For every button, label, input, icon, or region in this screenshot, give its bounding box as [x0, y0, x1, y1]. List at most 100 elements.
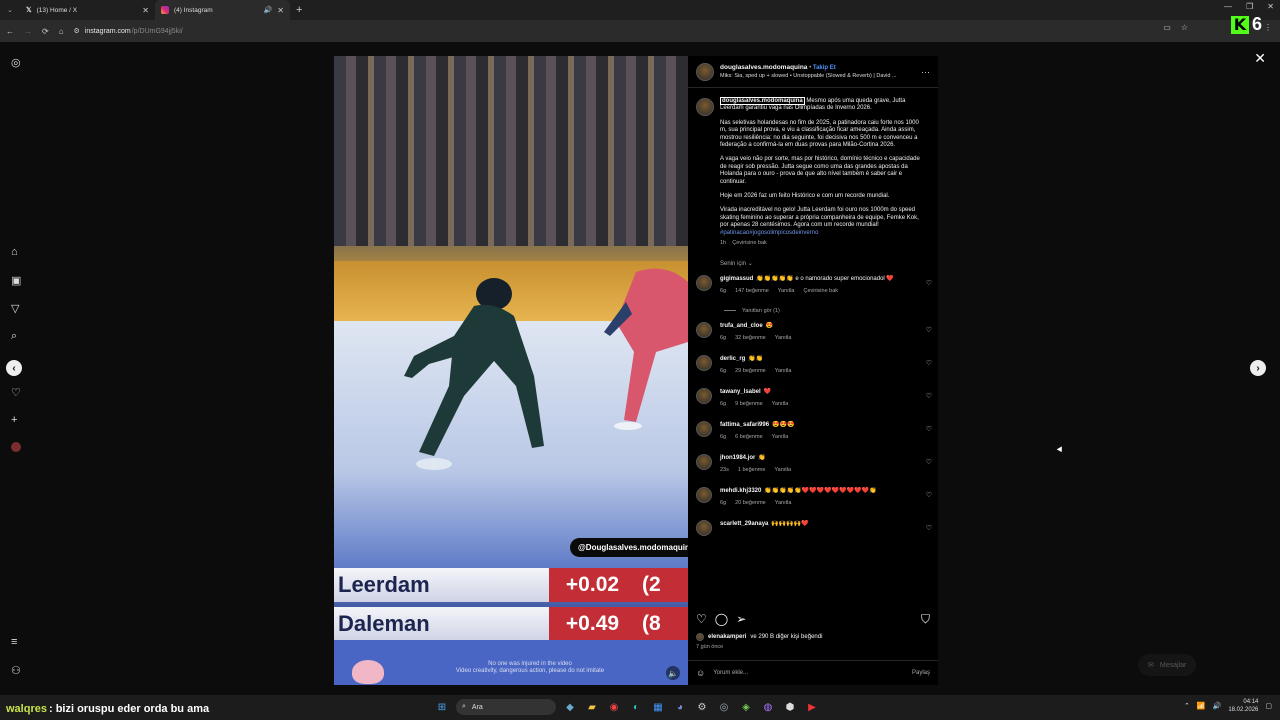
like-comment-icon[interactable]: ♡ — [926, 425, 932, 433]
maximize-icon[interactable]: ❐ — [1246, 2, 1253, 11]
translate-link[interactable]: Çevirisine bak — [732, 240, 767, 246]
avatar[interactable] — [696, 486, 712, 503]
avatar[interactable] — [696, 420, 712, 437]
app-icon[interactable]: ◈ — [738, 699, 754, 715]
comment-username[interactable]: gigimassud — [720, 276, 753, 282]
like-comment-icon[interactable]: ♡ — [926, 279, 932, 287]
comment-username[interactable]: fattima_safari996 — [720, 422, 769, 428]
steam-icon[interactable]: ◎ — [716, 699, 732, 715]
like-icon[interactable]: ♡ — [696, 612, 707, 626]
new-tab-button[interactable]: + — [296, 4, 302, 16]
create-icon[interactable]: + — [11, 414, 17, 426]
reply-link[interactable]: Yanıtla — [772, 400, 789, 408]
home-icon[interactable]: ⌂ — [59, 27, 64, 36]
more-menu-icon[interactable]: ≡ — [11, 636, 17, 648]
instagram-logo-icon[interactable]: ◎ — [11, 56, 21, 69]
video-player[interactable]: @Douglasalves.modomaquina Leerdam +0.02 … — [334, 56, 688, 685]
reply-link[interactable]: Yanıtla — [774, 466, 791, 474]
comment-likes[interactable]: 32 beğenme — [735, 334, 766, 342]
audio-track[interactable]: Miks: Sia, sped up + slowed • Unstoppabl… — [720, 72, 915, 80]
save-icon[interactable]: ⛉ — [921, 612, 930, 627]
emoji-icon[interactable]: ☺ — [696, 668, 705, 678]
comment-username[interactable]: mehdi.khj3320 — [720, 488, 761, 494]
avatar[interactable] — [696, 98, 714, 116]
avatar[interactable] — [696, 387, 712, 404]
reply-link[interactable]: Yanıtla — [775, 499, 792, 507]
speaker-icon[interactable]: 🔊 — [264, 6, 273, 14]
like-comment-icon[interactable]: ♡ — [926, 458, 932, 466]
author-username[interactable]: douglasalves.modomaquina — [720, 64, 807, 71]
avatar[interactable] — [696, 274, 712, 291]
previous-post-button[interactable]: ‹ — [6, 360, 22, 376]
like-comment-icon[interactable]: ♡ — [926, 326, 932, 334]
forward-icon[interactable]: → — [24, 27, 32, 36]
volume-icon[interactable]: 🔊 — [1213, 702, 1222, 710]
chrome-icon[interactable]: ◉ — [606, 699, 622, 715]
bookmark-star-icon[interactable]: ☆ — [1181, 23, 1188, 32]
tab-instagram[interactable]: (4) Instagram 🔊 ✕ — [155, 0, 290, 20]
reload-icon[interactable]: ⟳ — [42, 27, 49, 36]
url-field[interactable]: ⚙ instagram.com/p/DUmG94jj5ki/ — [74, 27, 183, 36]
likes-summary[interactable]: elenakamperi ve 290 B diğer kişi beğendi — [696, 633, 822, 641]
mute-icon[interactable]: 🔈 — [666, 666, 680, 680]
send-icon[interactable]: ▽ — [11, 302, 19, 315]
notifications-icon[interactable]: ▢ — [1265, 702, 1272, 710]
reply-link[interactable]: Yanıtla — [772, 433, 789, 441]
search-icon[interactable]: ⌕ — [11, 330, 17, 343]
avatar[interactable] — [696, 354, 712, 371]
profile-avatar[interactable] — [11, 442, 21, 452]
comment-username[interactable]: derlic_rg — [720, 356, 745, 362]
reply-link[interactable]: Yanıtla — [775, 367, 792, 375]
cast-icon[interactable]: ▭ — [1163, 23, 1171, 32]
windows-start-icon[interactable]: ⊞ — [434, 699, 450, 715]
close-window-icon[interactable]: ✕ — [1267, 2, 1274, 11]
like-comment-icon[interactable]: ♡ — [926, 392, 932, 400]
comment-icon[interactable]: ◯ — [715, 612, 728, 626]
network-icon[interactable]: 📶 — [1197, 702, 1206, 710]
view-replies-link[interactable]: Yanıtları gör (1) — [688, 308, 938, 322]
tab-x-home[interactable]: 𝕏 (13) Home / X ✕ — [20, 0, 155, 20]
home-icon[interactable]: ⌂ — [11, 246, 18, 258]
store-icon[interactable]: ▦ — [650, 699, 666, 715]
meta-icon[interactable]: ⚇ — [11, 664, 21, 677]
share-icon[interactable]: ➢ — [736, 612, 746, 626]
comment-likes[interactable]: 1 beğenme — [738, 466, 766, 474]
obs-icon[interactable]: ◍ — [760, 699, 776, 715]
comment-likes[interactable]: 147 beğenme — [735, 287, 769, 295]
clock[interactable]: 04:14 18.02.2026 — [1228, 698, 1258, 714]
comment-input[interactable]: Yorum ekle... — [713, 670, 748, 676]
minimize-icon[interactable]: — — [1224, 2, 1232, 11]
caption-author[interactable]: douglasalves.modomaquina — [720, 97, 805, 105]
taskbar-search[interactable]: ⌕ Ara — [456, 699, 556, 715]
translate-link[interactable]: Çevirisine bak — [803, 287, 838, 295]
like-comment-icon[interactable]: ♡ — [926, 359, 932, 367]
comment-likes[interactable]: 29 beğenme — [735, 367, 766, 375]
reels-icon[interactable]: ▣ — [11, 274, 21, 287]
back-icon[interactable]: ← — [6, 27, 14, 36]
file-explorer-icon[interactable]: ▰ — [584, 699, 600, 715]
comments-scroll[interactable]: douglasalves.modomaquina Mesmo após uma … — [688, 92, 938, 604]
settings-icon[interactable]: ⚙ — [694, 699, 710, 715]
avatar[interactable] — [696, 453, 712, 470]
like-comment-icon[interactable]: ♡ — [926, 491, 932, 499]
discord-icon[interactable]: ◕ — [672, 699, 688, 715]
avatar[interactable] — [696, 321, 712, 338]
site-info-icon[interactable]: ⚙ — [74, 27, 80, 35]
likes-user[interactable]: elenakamperi — [708, 634, 746, 640]
comment-likes[interactable]: 20 beğenme — [735, 499, 766, 507]
menu-dots-icon[interactable]: ⋮ — [1264, 23, 1272, 32]
avatar[interactable] — [696, 519, 712, 536]
copilot-icon[interactable]: ◆ — [562, 699, 578, 715]
tab-list-icon[interactable]: ⌄ — [0, 6, 20, 14]
avatar[interactable] — [696, 62, 714, 81]
heart-icon[interactable]: ♡ — [11, 386, 21, 399]
messages-button[interactable]: ✉ Mesajlar — [1138, 654, 1197, 676]
media-player-icon[interactable]: ▶ — [804, 699, 820, 715]
reply-link[interactable]: Yanıtla — [775, 334, 792, 342]
like-comment-icon[interactable]: ♡ — [926, 524, 932, 532]
hashtags[interactable]: #patinacao#jogosolimpicosdeinverno — [720, 230, 818, 236]
follow-button[interactable]: Takip Et — [813, 65, 836, 71]
close-modal-icon[interactable]: ✕ — [1254, 50, 1266, 67]
close-tab-icon[interactable]: ✕ — [277, 6, 284, 15]
next-post-button[interactable]: › — [1250, 360, 1266, 376]
